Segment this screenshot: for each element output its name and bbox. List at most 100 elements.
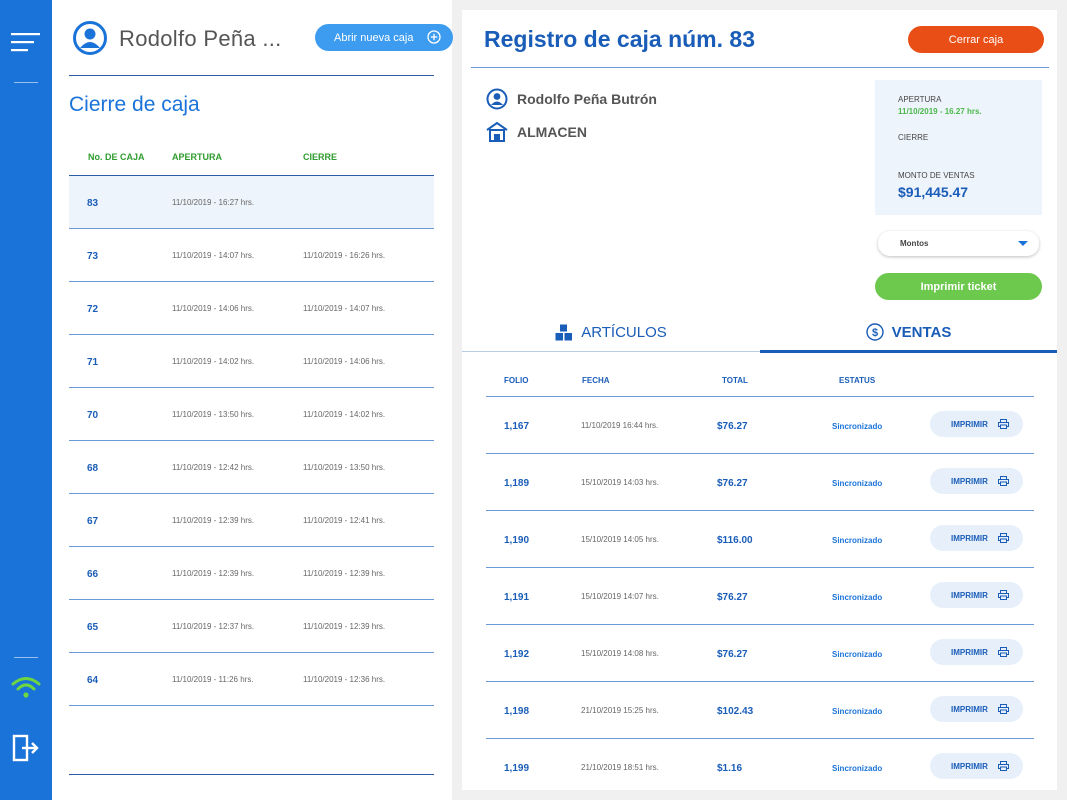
print-sale-label: IMPRIMIR <box>951 476 988 486</box>
sales-amount-value: $91,445.47 <box>898 184 969 200</box>
print-sale-button[interactable]: IMPRIMIR <box>930 696 1023 722</box>
sale-total: $116.00 <box>717 535 753 546</box>
sidebar <box>0 0 52 800</box>
box-number: 67 <box>87 516 99 527</box>
table-row[interactable]: 67 11/10/2019 - 12:39 hrs. 11/10/2019 - 12… <box>69 494 434 547</box>
table-row[interactable]: 83 11/10/2019 - 16:27 hrs. <box>69 176 434 229</box>
sale-status: Sincronizado <box>832 593 883 602</box>
opening-time: 11/10/2019 - 16:27 hrs. <box>172 198 255 207</box>
connection-status[interactable] <box>0 673 52 701</box>
print-ticket-button[interactable]: Imprimir ticket <box>875 273 1042 300</box>
box-number: 70 <box>87 410 99 421</box>
table-row[interactable]: 64 11/10/2019 - 11:26 hrs. 11/10/2019 - 12… <box>69 653 434 706</box>
table-row[interactable]: 68 11/10/2019 - 12:42 hrs. 11/10/2019 - 13… <box>69 441 434 494</box>
sale-date: 21/10/2019 18:51 hrs. <box>581 763 659 772</box>
open-new-box-label: Abrir nueva caja <box>334 31 414 44</box>
opening-time: 11/10/2019 - 11:26 hrs. <box>172 675 254 684</box>
sidebar-divider <box>14 657 38 658</box>
box-number: 72 <box>87 304 99 315</box>
register-user-name: Rodolfo Peña Butrón <box>517 91 657 107</box>
sale-folio: 1,167 <box>504 421 530 432</box>
opening-time: 11/10/2019 - 13:50 hrs. <box>172 410 255 419</box>
column-header-number: No. DE CAJA <box>88 152 145 162</box>
printer-icon <box>998 704 1009 716</box>
closing-label: CIERRE <box>898 133 929 142</box>
box-number: 64 <box>87 675 99 686</box>
table-row: 1,190 15/10/2019 14:05 hrs. $116.00 Sincron… <box>486 510 1034 567</box>
closing-time: 11/10/2019 - 12:39 hrs. <box>303 622 386 631</box>
sale-date: 15/10/2019 14:05 hrs. <box>581 535 659 544</box>
opening-time: 11/10/2019 - 14:07 hrs. <box>172 251 255 260</box>
print-sale-button[interactable]: IMPRIMIR <box>930 753 1023 779</box>
sale-folio: 1,191 <box>504 592 530 603</box>
sale-date: 15/10/2019 14:07 hrs. <box>581 592 659 601</box>
header-divider <box>69 75 434 76</box>
print-sale-button[interactable]: IMPRIMIR <box>930 468 1023 494</box>
opening-value: 11/10/2019 - 16.27 hrs. <box>898 107 982 116</box>
table-row[interactable]: 70 11/10/2019 - 13:50 hrs. 11/10/2019 - 14… <box>69 388 434 441</box>
opening-time: 11/10/2019 - 12:39 hrs. <box>172 516 255 525</box>
user-header: Rodolfo Peña ... Abrir nueva caja <box>72 18 453 58</box>
list-end-divider <box>69 774 434 775</box>
print-sale-label: IMPRIMIR <box>951 704 988 714</box>
sale-status: Sincronizado <box>832 707 883 716</box>
table-row: 1,199 21/10/2019 18:51 hrs. $1.16 Sincroniz… <box>486 738 1034 795</box>
svg-text:$: $ <box>872 327 878 339</box>
logout-button[interactable] <box>0 733 52 763</box>
print-sale-button[interactable]: IMPRIMIR <box>930 582 1023 608</box>
closing-time: 11/10/2019 - 14:02 hrs. <box>303 410 386 419</box>
tab-sales[interactable]: $ VENTAS <box>760 312 1057 352</box>
menu-icon <box>11 33 40 52</box>
table-row[interactable]: 65 11/10/2019 - 12:37 hrs. 11/10/2019 - 12… <box>69 600 434 653</box>
sale-total: $76.27 <box>717 421 748 432</box>
sales-header-folio: FOLIO <box>504 376 529 385</box>
open-new-box-button[interactable]: Abrir nueva caja <box>315 24 453 51</box>
opening-label: APERTURA <box>898 95 942 104</box>
sale-total: $76.27 <box>717 649 748 660</box>
plus-circle-icon <box>427 30 441 47</box>
sale-date: 15/10/2019 14:08 hrs. <box>581 649 659 658</box>
column-header-opening: APERTURA <box>172 152 223 162</box>
table-row: 1,167 11/10/2019 16:44 hrs. $76.27 Sincroni… <box>486 396 1034 453</box>
tab-articles[interactable]: ARTÍCULOS <box>462 312 760 352</box>
sale-folio: 1,199 <box>504 763 530 774</box>
table-row: 1,189 15/10/2019 14:03 hrs. $76.27 Sincroni… <box>486 453 1034 510</box>
print-sale-label: IMPRIMIR <box>951 761 988 771</box>
sidebar-divider <box>14 82 38 83</box>
table-row[interactable]: 72 11/10/2019 - 14:06 hrs. 11/10/2019 - 14… <box>69 282 434 335</box>
opening-time: 11/10/2019 - 12:39 hrs. <box>172 569 255 578</box>
sale-folio: 1,189 <box>504 478 530 489</box>
close-box-button[interactable]: Cerrar caja <box>908 26 1044 53</box>
print-sale-label: IMPRIMIR <box>951 533 988 543</box>
closing-time: 11/10/2019 - 13:50 hrs. <box>303 463 386 472</box>
print-sale-button[interactable]: IMPRIMIR <box>930 525 1023 551</box>
table-row: 1,191 15/10/2019 14:07 hrs. $76.27 Sincroni… <box>486 567 1034 624</box>
register-location-name: ALMACEN <box>517 124 587 140</box>
cash-register-detail: Registro de caja núm. 83 Cerrar caja Rod… <box>462 10 1057 790</box>
closing-time: 11/10/2019 - 16:26 hrs. <box>303 251 386 260</box>
sale-folio: 1,192 <box>504 649 530 660</box>
register-user: Rodolfo Peña Butrón <box>486 88 657 110</box>
sales-header-date: FECHA <box>582 376 610 385</box>
sale-total: $76.27 <box>717 592 748 603</box>
table-row[interactable]: 73 11/10/2019 - 14:07 hrs. 11/10/2019 - 16… <box>69 229 434 282</box>
sale-date: 21/10/2019 15:25 hrs. <box>581 706 659 715</box>
table-row: 1,198 21/10/2019 15:25 hrs. $102.43 Sincron… <box>486 681 1034 738</box>
box-number: 68 <box>87 463 99 474</box>
active-tab-indicator <box>760 350 1057 353</box>
sale-status: Sincronizado <box>832 479 883 488</box>
print-sale-label: IMPRIMIR <box>951 419 988 429</box>
register-title: Registro de caja núm. 83 <box>484 26 755 52</box>
print-sale-button[interactable]: IMPRIMIR <box>930 639 1023 665</box>
print-sale-button[interactable]: IMPRIMIR <box>930 411 1023 437</box>
table-row[interactable]: 66 11/10/2019 - 12:39 hrs. 11/10/2019 - 12… <box>69 547 434 600</box>
register-summary: APERTURA 11/10/2019 - 16.27 hrs. CIERRE … <box>875 80 1042 215</box>
amount-type-select[interactable]: Montos <box>878 231 1039 256</box>
user-name: Rodolfo Peña ... <box>119 26 282 51</box>
wifi-icon <box>11 677 41 698</box>
table-row[interactable]: 71 11/10/2019 - 14:02 hrs. 11/10/2019 - 14… <box>69 335 434 388</box>
printer-icon <box>998 647 1009 659</box>
sale-status: Sincronizado <box>832 422 883 431</box>
sale-folio: 1,190 <box>504 535 530 546</box>
menu-button[interactable] <box>0 28 52 56</box>
